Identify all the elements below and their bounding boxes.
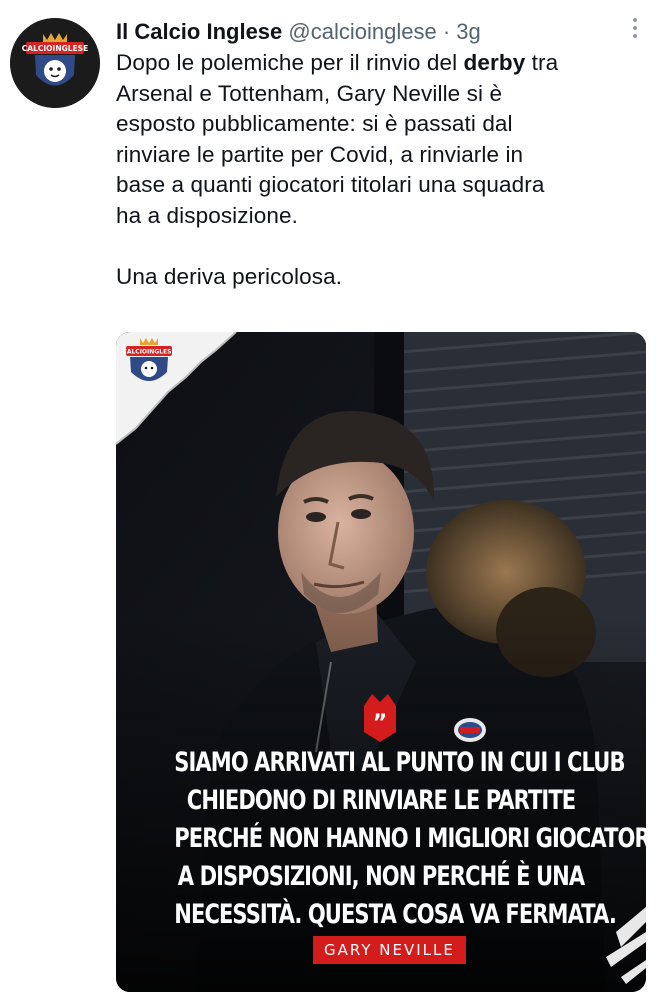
author-badge: GARY NEVILLE (313, 936, 466, 964)
tweet-text: Dopo le polemiche per il rinvio del derb… (116, 48, 636, 292)
quote-text: SIAMO ARRIVATI AL PUNTO IN CUI I CLUB CH… (174, 744, 646, 934)
tweet-text-line-1: Dopo le polemiche per il rinvio del derb… (116, 50, 559, 75)
moncler-badge-icon (454, 718, 486, 742)
quote-line-2: CHIEDONO DI RINVIARE LE PARTITE (186, 785, 576, 816)
tweet-media-image[interactable]: CALCIOINGLESE ” SIAMO ARRIVATI AL PUNTO … (116, 332, 646, 992)
tweet-text-line-2: Arsenal e Tottenham, Gary Neville si è (116, 80, 503, 106)
handle[interactable]: @calcioinglese (288, 19, 436, 44)
calcioinglese-logo: CALCIOINGLESE (10, 18, 100, 108)
quote-line-1: SIAMO ARRIVATI AL PUNTO IN CUI I CLUB (174, 747, 625, 778)
quote-line-4: A DISPOSIZIONI, NON PERCHÉ È UNA (177, 861, 585, 892)
tweet-text-line-3: esposto pubblicamente: si è passati dal (116, 111, 513, 136)
tweet-text-line-4: rinviare le partite per Covid, a rinviar… (116, 141, 524, 167)
quote-line-5: NECESSITÀ. QUESTA COSA VA FERMATA. (174, 899, 617, 930)
tweet-text-line-5: base a quanti giocatori titolari una squ… (116, 172, 545, 197)
tweet-text-line-6: ha a disposizione. (116, 202, 298, 228)
svg-text:”: ” (373, 711, 387, 736)
tweet[interactable]: CALCIOINGLESE Il Calcio Inglese @calcioi… (0, 0, 658, 992)
tweet-header: Il Calcio Inglese @calcioinglese · 3g (116, 16, 618, 48)
avatar-logo-text: CALCIOINGLESE (22, 44, 88, 53)
tweet-text-last: Una deriva pericolosa. (116, 263, 343, 289)
bold-word: derby (463, 50, 526, 75)
media-logo-text: CALCIOINGLESE (122, 349, 175, 356)
more-vertical-icon[interactable] (630, 18, 640, 42)
separator-dot: · (442, 19, 451, 44)
display-name[interactable]: Il Calcio Inglese (116, 19, 282, 44)
timestamp[interactable]: 3g (456, 19, 480, 44)
quote-line-3: PERCHÉ NON HANNO I MIGLIORI GIOCATORI (174, 823, 646, 854)
avatar[interactable]: CALCIOINGLESE (10, 18, 100, 108)
